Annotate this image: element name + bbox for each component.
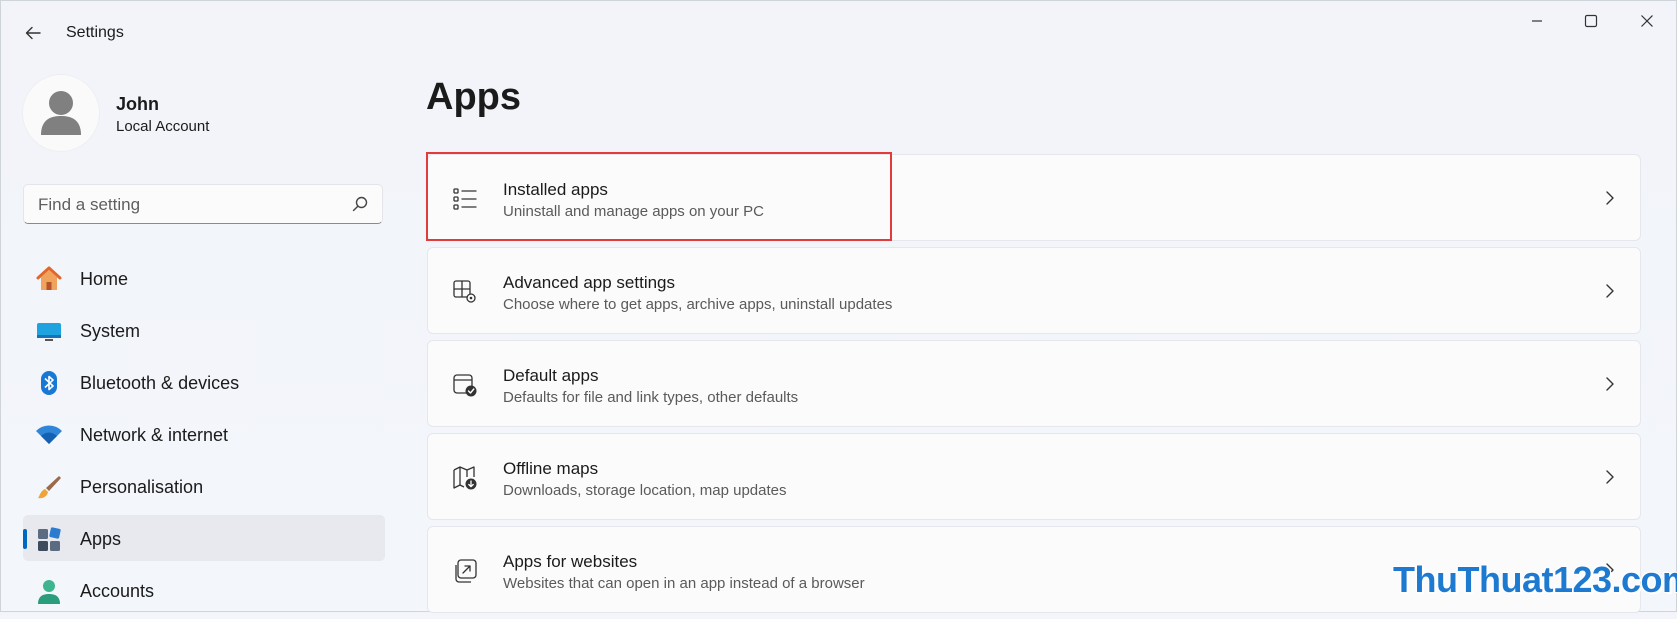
sidebar-item-label: Network & internet bbox=[80, 425, 229, 445]
card-description: Choose where to get apps, archive apps, … bbox=[503, 296, 893, 313]
wifi-icon bbox=[35, 421, 63, 449]
sidebar-nav: Home System Bluetooth & devices Network … bbox=[23, 255, 385, 619]
advanced-app-settings-card[interactable]: Advanced app settings Choose where to ge… bbox=[427, 247, 1641, 334]
installed-apps-card[interactable]: Installed apps Uninstall and manage apps… bbox=[427, 154, 1641, 241]
profile-name: John bbox=[116, 94, 159, 114]
system-icon bbox=[35, 317, 63, 345]
accounts-icon bbox=[35, 577, 63, 605]
avatar bbox=[22, 74, 100, 152]
offline-map-icon bbox=[450, 463, 480, 493]
close-icon bbox=[1641, 15, 1653, 27]
list-icon bbox=[450, 184, 480, 214]
window-title: Settings bbox=[66, 24, 124, 41]
card-description: Defaults for file and link types, other … bbox=[503, 389, 799, 406]
card-title: Installed apps bbox=[503, 180, 608, 199]
minimize-button[interactable] bbox=[1509, 7, 1565, 35]
back-button[interactable] bbox=[19, 19, 47, 47]
page-title: Apps bbox=[426, 76, 521, 118]
card-title: Default apps bbox=[503, 366, 599, 385]
chevron-right-icon bbox=[1606, 377, 1614, 391]
sidebar-item-label: Accounts bbox=[80, 581, 155, 601]
sidebar-item-label: Apps bbox=[80, 529, 122, 549]
card-title: Advanced app settings bbox=[503, 273, 676, 292]
chevron-right-icon bbox=[1606, 191, 1614, 205]
active-indicator bbox=[23, 529, 27, 549]
card-description: Uninstall and manage apps on your PC bbox=[503, 203, 764, 220]
card-title: Offline maps bbox=[503, 459, 599, 478]
sidebar-item-bluetooth[interactable]: Bluetooth & devices bbox=[23, 359, 385, 405]
chevron-right-icon bbox=[1606, 470, 1614, 484]
apps-for-websites-card[interactable]: Apps for websites Websites that can open… bbox=[427, 526, 1641, 613]
home-icon bbox=[35, 265, 63, 293]
search-icon[interactable] bbox=[352, 196, 368, 212]
card-description: Websites that can open in an app instead… bbox=[503, 575, 865, 592]
user-avatar-icon bbox=[41, 91, 81, 135]
sidebar-item-apps[interactable]: Apps bbox=[23, 515, 385, 561]
user-profile[interactable]: John Local Account bbox=[22, 74, 382, 154]
minimize-icon bbox=[1532, 20, 1542, 22]
sidebar-item-label: Home bbox=[80, 269, 129, 289]
sidebar-item-personalisation[interactable]: Personalisation bbox=[23, 463, 385, 509]
settings-card-list: Installed apps Uninstall and manage apps… bbox=[427, 154, 1641, 619]
bluetooth-icon bbox=[35, 369, 63, 397]
title-bar: Settings bbox=[1, 1, 1676, 63]
sidebar-item-system[interactable]: System bbox=[23, 307, 385, 353]
sidebar-item-label: Bluetooth & devices bbox=[80, 373, 240, 393]
search-input[interactable] bbox=[36, 185, 340, 225]
apps-icon bbox=[35, 525, 63, 553]
sidebar-item-accounts[interactable]: Accounts bbox=[23, 567, 385, 613]
sidebar-item-label: Personalisation bbox=[80, 477, 204, 497]
close-button[interactable] bbox=[1619, 7, 1675, 35]
card-description: Downloads, storage location, map updates bbox=[503, 482, 787, 499]
sidebar-item-home[interactable]: Home bbox=[23, 255, 385, 301]
default-apps-icon bbox=[450, 370, 480, 400]
profile-account-type: Local Account bbox=[116, 118, 210, 135]
card-title: Apps for websites bbox=[503, 552, 638, 571]
chevron-right-icon bbox=[1606, 563, 1614, 577]
sidebar-item-network[interactable]: Network & internet bbox=[23, 411, 385, 457]
open-external-icon bbox=[450, 556, 480, 586]
offline-maps-card[interactable]: Offline maps Downloads, storage location… bbox=[427, 433, 1641, 520]
brush-icon bbox=[35, 473, 63, 501]
default-apps-card[interactable]: Default apps Defaults for file and link … bbox=[427, 340, 1641, 427]
chevron-right-icon bbox=[1606, 284, 1614, 298]
maximize-icon bbox=[1584, 14, 1598, 28]
settings-window: Settings John Local Account Find a setti… bbox=[0, 0, 1677, 613]
sidebar-item-label: System bbox=[80, 321, 141, 341]
maximize-button[interactable] bbox=[1563, 7, 1619, 35]
app-settings-icon bbox=[450, 277, 480, 307]
search-box bbox=[23, 184, 383, 225]
back-arrow-icon bbox=[25, 26, 41, 40]
